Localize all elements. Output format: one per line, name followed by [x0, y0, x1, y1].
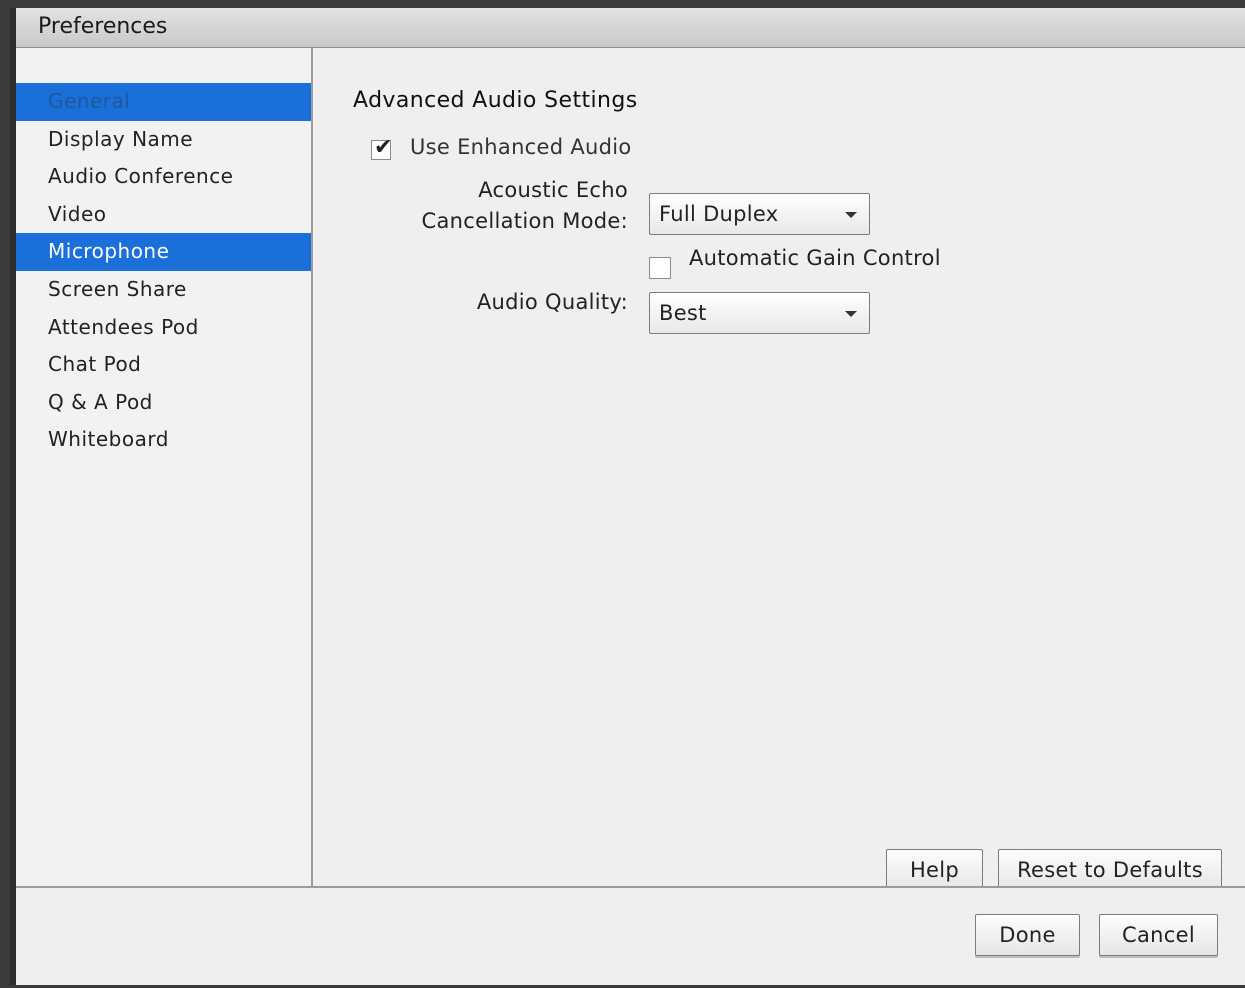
cancel-button[interactable]: Cancel: [1099, 914, 1218, 956]
sidebar-item-general[interactable]: General: [16, 83, 311, 121]
checkmark-icon: ✔: [374, 135, 393, 160]
chevron-down-icon: [845, 212, 857, 218]
audio-quality-select[interactable]: Best: [649, 292, 870, 334]
sidebar-item-display-name[interactable]: Display Name: [16, 121, 311, 159]
chevron-down-icon: [845, 311, 857, 317]
settings-panel: Advanced Audio Settings ✔ Use Enhanced A…: [313, 48, 1245, 891]
sidebar-item-video[interactable]: Video: [16, 196, 311, 234]
done-button[interactable]: Done: [975, 914, 1080, 956]
audio-quality-label: Audio Quality:: [476, 290, 628, 314]
echo-mode-label-line1: Acoustic Echo: [478, 178, 628, 202]
sidebar-item-screen-share[interactable]: Screen Share: [16, 271, 311, 309]
reset-to-defaults-button[interactable]: Reset to Defaults: [998, 849, 1222, 891]
section-title: Advanced Audio Settings: [353, 88, 638, 113]
echo-mode-select[interactable]: Full Duplex: [649, 193, 870, 235]
title-bar[interactable]: Preferences: [16, 8, 1245, 48]
sidebar: General Display Name Audio Conference Vi…: [16, 48, 313, 886]
sidebar-item-audio-conference[interactable]: Audio Conference: [16, 158, 311, 196]
sidebar-item-whiteboard[interactable]: Whiteboard: [16, 421, 311, 459]
sidebar-item-attendees-pod[interactable]: Attendees Pod: [16, 309, 311, 347]
help-button[interactable]: Help: [886, 849, 983, 891]
gain-control-label[interactable]: Automatic Gain Control: [689, 246, 941, 270]
audio-quality-value: Best: [659, 301, 707, 325]
gain-control-checkbox[interactable]: [649, 257, 671, 279]
dialog-footer: Done Cancel: [16, 886, 1245, 985]
sidebar-item-chat-pod[interactable]: Chat Pod: [16, 346, 311, 384]
enhanced-audio-label[interactable]: Use Enhanced Audio: [410, 135, 632, 159]
sidebar-item-microphone[interactable]: Microphone: [16, 233, 311, 271]
enhanced-audio-checkbox[interactable]: ✔: [371, 135, 392, 160]
sidebar-item-qa-pod[interactable]: Q & A Pod: [16, 384, 311, 422]
window-title: Preferences: [38, 14, 168, 39]
sidebar-list: General Display Name Audio Conference Vi…: [16, 83, 311, 459]
echo-mode-label-line2: Cancellation Mode:: [421, 209, 628, 233]
echo-mode-value: Full Duplex: [659, 202, 779, 226]
preferences-dialog: Preferences General Display Name Audio C…: [10, 8, 1245, 985]
